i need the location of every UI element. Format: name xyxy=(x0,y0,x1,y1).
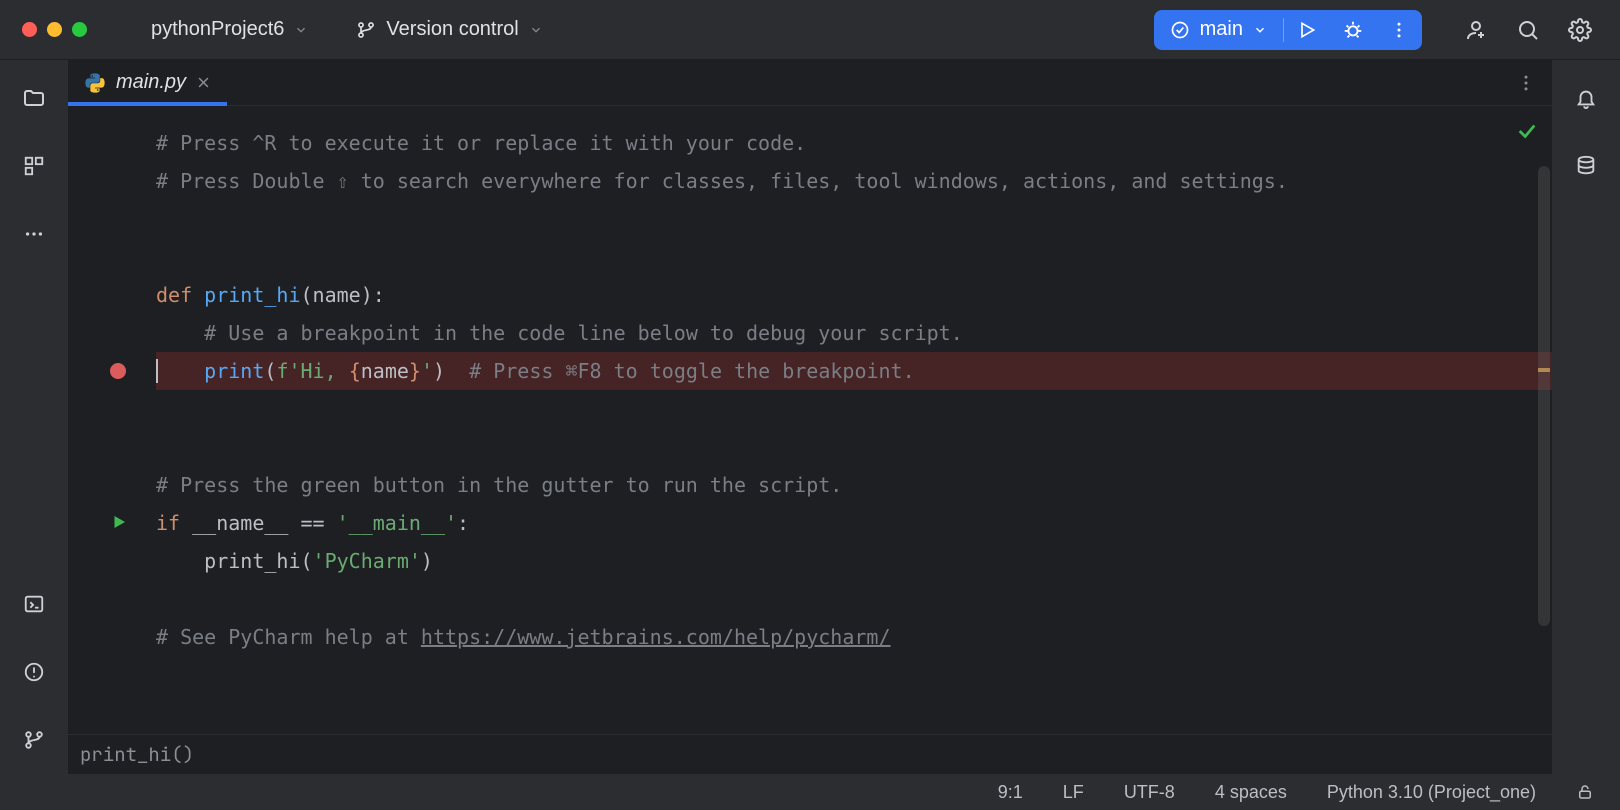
project-tool-button[interactable] xyxy=(14,78,54,118)
right-tool-rail xyxy=(1552,60,1620,774)
structure-tool-button[interactable] xyxy=(14,146,54,186)
database-tool-button[interactable] xyxy=(1566,146,1606,186)
line-separator-widget[interactable]: LF xyxy=(1057,778,1090,807)
editor-tab-bar: main.py xyxy=(68,60,1552,106)
chevron-down-icon xyxy=(529,23,543,37)
vcs-label: Version control xyxy=(386,18,518,41)
tab-bar-options-button[interactable] xyxy=(1500,60,1552,105)
settings-button[interactable] xyxy=(1560,10,1600,50)
readonly-toggle[interactable] xyxy=(1570,779,1600,805)
editor-scrollbar-thumb[interactable] xyxy=(1538,166,1550,626)
editor-panel: main.py # Press ^R to execute it or repl… xyxy=(68,60,1552,774)
problems-tool-button[interactable] xyxy=(14,652,54,692)
python-run-icon xyxy=(1170,20,1190,40)
run-configuration-dropdown[interactable]: main xyxy=(1154,10,1283,50)
breadcrumb-bar[interactable]: print_hi() xyxy=(68,734,1552,774)
error-stripe-marker[interactable] xyxy=(1538,368,1550,372)
run-button[interactable] xyxy=(1284,10,1330,50)
code-area[interactable]: # Press ^R to execute it or replace it w… xyxy=(156,106,1534,656)
status-bar: 9:1 LF UTF-8 4 spaces Python 3.10 (Proje… xyxy=(0,774,1620,810)
interpreter-widget[interactable]: Python 3.10 (Project_one) xyxy=(1321,778,1542,807)
editor-gutter[interactable] xyxy=(68,106,156,734)
title-bar: pythonProject6 Version control main xyxy=(0,0,1620,60)
run-config-label: main xyxy=(1200,18,1243,41)
editor-tab-main-py[interactable]: main.py xyxy=(68,60,227,105)
top-right-actions xyxy=(1456,10,1600,50)
window-zoom-button[interactable] xyxy=(72,22,87,37)
code-with-me-button[interactable] xyxy=(1456,10,1496,50)
editor[interactable]: # Press ^R to execute it or replace it w… xyxy=(68,106,1552,734)
window-minimize-button[interactable] xyxy=(47,22,62,37)
caret xyxy=(156,359,158,383)
vcs-tool-button[interactable] xyxy=(14,720,54,760)
inspection-ok-icon[interactable] xyxy=(1516,120,1538,142)
window-close-button[interactable] xyxy=(22,22,37,37)
cursor-position-widget[interactable]: 9:1 xyxy=(992,778,1029,807)
branch-icon xyxy=(356,20,376,40)
chevron-down-icon xyxy=(1253,23,1267,37)
window-controls xyxy=(22,22,87,37)
encoding-widget[interactable]: UTF-8 xyxy=(1118,778,1181,807)
tab-filename-label: main.py xyxy=(116,71,186,94)
terminal-tool-button[interactable] xyxy=(14,584,54,624)
run-widget: main xyxy=(1154,10,1422,50)
search-everywhere-button[interactable] xyxy=(1508,10,1548,50)
close-tab-button[interactable] xyxy=(196,75,211,90)
version-control-dropdown[interactable]: Version control xyxy=(346,12,552,47)
indent-widget[interactable]: 4 spaces xyxy=(1209,778,1293,807)
breakpoint-marker[interactable] xyxy=(110,363,126,379)
project-name-label: pythonProject6 xyxy=(151,18,284,41)
project-dropdown[interactable]: pythonProject6 xyxy=(141,12,318,47)
notifications-tool-button[interactable] xyxy=(1566,78,1606,118)
debug-button[interactable] xyxy=(1330,10,1376,50)
breadcrumb-label: print_hi() xyxy=(80,742,194,767)
python-file-icon xyxy=(84,72,106,94)
gutter-run-button[interactable] xyxy=(110,513,128,531)
chevron-down-icon xyxy=(294,23,308,37)
more-tools-button[interactable] xyxy=(14,214,54,254)
more-run-actions-button[interactable] xyxy=(1376,10,1422,50)
left-tool-rail xyxy=(0,60,68,774)
